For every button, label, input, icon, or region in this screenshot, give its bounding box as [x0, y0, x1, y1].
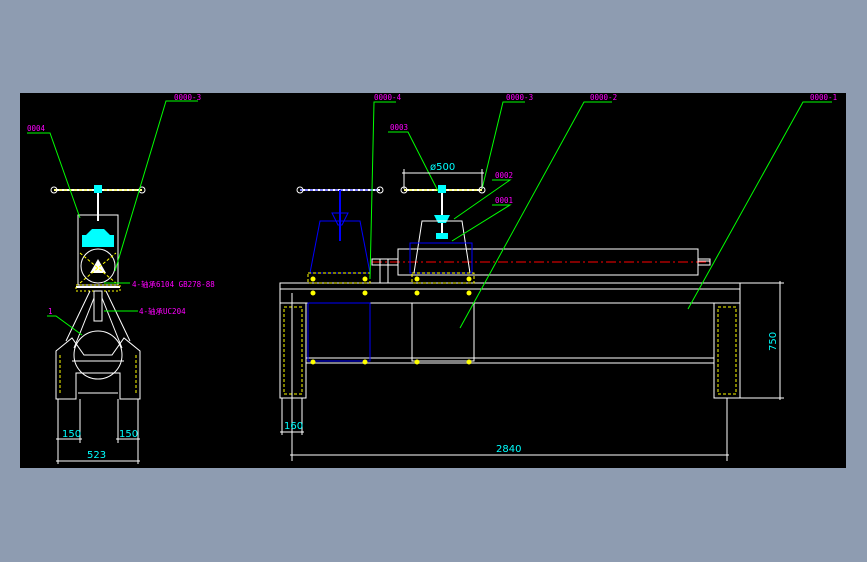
main-beam	[279, 282, 741, 304]
dim-150-right: 150	[119, 429, 138, 440]
dim-500: ø500	[430, 162, 455, 173]
cad-drawing: 0000-3 0004 0000-4 0000-3 0000-2 0000-1 …	[20, 93, 846, 468]
callout-c3: 0000-4	[374, 93, 402, 102]
callout-c1: 0000-3	[174, 93, 201, 102]
callout-c5: 0000-2	[590, 93, 617, 102]
dim-160: 160	[284, 421, 303, 432]
callout-c11: 4-轴承6104 GB278-88	[132, 279, 215, 289]
callout-c4: 0000-3	[506, 93, 533, 102]
callout-c2: 0004	[27, 124, 46, 133]
roller	[371, 248, 711, 284]
callout-c9: 0001	[495, 196, 513, 205]
left-leg	[279, 302, 307, 399]
callout-c7: 0003	[390, 123, 408, 132]
dim-523: 523	[87, 450, 106, 461]
dim-150-left: 150	[62, 429, 81, 440]
dimension-lines	[56, 169, 784, 464]
a-frame-side	[55, 290, 141, 400]
cad-viewport[interactable]: 0000-3 0004 0000-4 0000-3 0000-2 0000-1 …	[20, 93, 846, 468]
upper-frame-side	[75, 214, 121, 292]
front-view	[279, 185, 741, 399]
handwheel-side	[50, 185, 146, 221]
right-leg	[713, 302, 741, 399]
callout-c6: 0000-1	[810, 93, 837, 102]
dim-750: 750	[768, 332, 779, 351]
leader-lines	[27, 100, 832, 336]
dim-2840: 2840	[496, 444, 521, 455]
callout-c12: 4-轴承UC204	[139, 306, 186, 316]
callout-c10: 1	[48, 307, 53, 316]
callout-c8: 0002	[495, 171, 513, 180]
